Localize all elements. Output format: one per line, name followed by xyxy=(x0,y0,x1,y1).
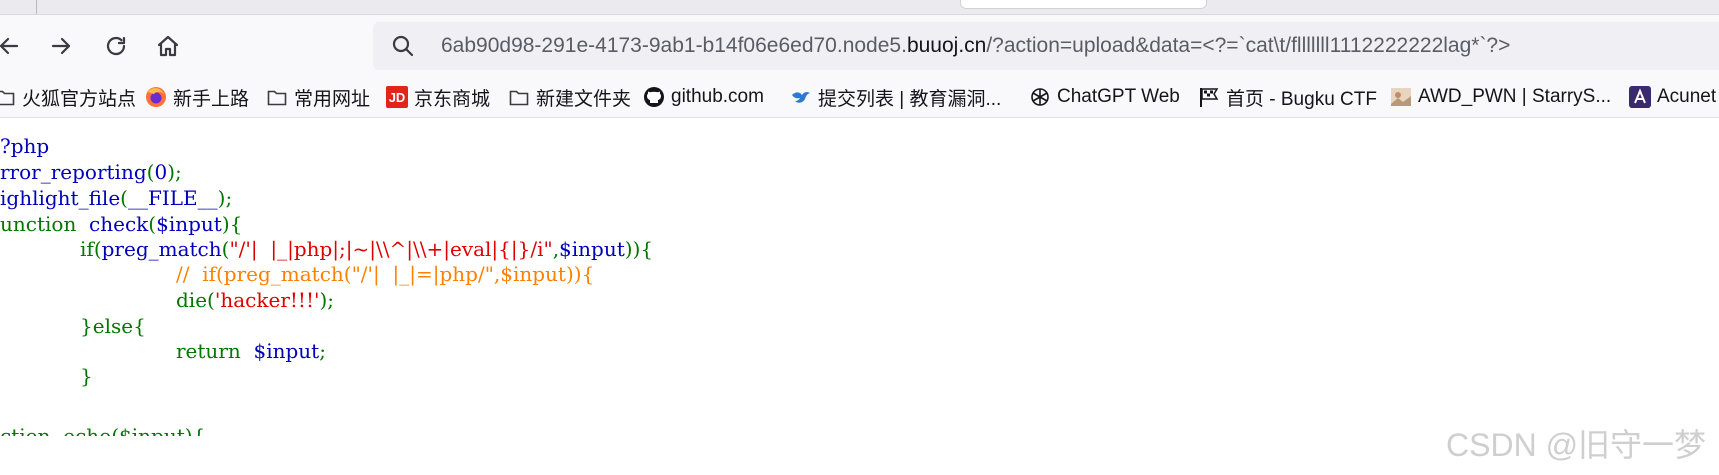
code-token: __FILE__ xyxy=(127,186,218,210)
bookmark-item[interactable]: 火狐官方站点 xyxy=(0,77,136,117)
csdn-watermark: CSDN @旧守一梦 xyxy=(1446,427,1707,463)
code-token: else xyxy=(92,314,134,338)
tab-separator xyxy=(36,0,37,14)
bookmark-item[interactable]: ChatGPT Web xyxy=(1029,77,1180,117)
folder-icon xyxy=(0,86,16,108)
forward-button[interactable] xyxy=(44,29,78,63)
bookmark-label: 京东商城 xyxy=(414,88,491,110)
bookmark-item[interactable]: 首页 - Bugku CTF xyxy=(1198,77,1377,117)
bookmark-item[interactable]: JD 京东商城 xyxy=(386,77,490,117)
bookmarks-toolbar: 火狐官方站点 新手上路 常用网址 JD 京东商城 新建文件夹 github.co… xyxy=(0,77,1719,118)
active-tab[interactable] xyxy=(960,0,1207,9)
bookmark-label: ChatGPT Web xyxy=(1057,86,1180,107)
bookmark-label: 新手上路 xyxy=(173,88,250,110)
bookmark-item[interactable]: Acunet xyxy=(1629,77,1716,117)
reload-icon xyxy=(106,36,126,56)
code-token: rror_reporting xyxy=(0,160,147,184)
home-button[interactable] xyxy=(151,29,185,63)
code-token: ction echo($input){ xyxy=(0,424,206,436)
bookmark-label: Acunet xyxy=(1657,86,1717,107)
code-token: 0 xyxy=(154,160,168,184)
url-path: /?action=upload&data=<?=`cat\t/flllllll1… xyxy=(986,34,1511,57)
code-line: ighlight_file(__FILE__); xyxy=(0,186,233,210)
reload-button[interactable] xyxy=(99,29,133,63)
code-line: // if(preg_match("/'| |_|=|php/",$input)… xyxy=(176,260,594,288)
code-token: $input xyxy=(156,212,222,236)
code-line: if(preg_match("/'| |_|php|;|~|\\^|\\+|ev… xyxy=(80,237,654,261)
code-token: return xyxy=(176,339,241,363)
bookmark-label: github.com xyxy=(671,86,764,107)
acunetix-icon xyxy=(1629,86,1651,108)
bookmark-label: 提交列表 | 教育漏洞... xyxy=(818,88,1002,110)
url-text[interactable]: 6ab90d98-291e-4173-9ab1-b14f06e6ed70.nod… xyxy=(441,22,1510,70)
code-token: $input xyxy=(253,339,320,363)
address-bar[interactable]: 6ab90d98-291e-4173-9ab1-b14f06e6ed70.nod… xyxy=(373,22,1719,70)
navigation-toolbar: 6ab90d98-291e-4173-9ab1-b14f06e6ed70.nod… xyxy=(0,15,1719,77)
code-token: ?php xyxy=(0,134,50,158)
svg-text:JD: JD xyxy=(389,90,406,105)
folder-icon xyxy=(508,86,530,108)
code-token: preg_match xyxy=(101,237,222,261)
code-token: ighlight_file xyxy=(0,186,121,210)
bookmark-item[interactable]: 常用网址 xyxy=(266,77,370,117)
code-comment: // if(preg_match("/'| |_|=|php/",$input)… xyxy=(176,262,595,286)
code-line: die('hacker!!!'); xyxy=(176,288,335,312)
code-token: 'hacker!!!' xyxy=(214,288,320,312)
bookmark-label: 新建文件夹 xyxy=(536,88,632,110)
back-icon xyxy=(0,37,19,55)
home-icon xyxy=(157,35,179,57)
bookmark-item[interactable]: 提交列表 | 教育漏洞... xyxy=(790,77,1001,117)
code-line: }else{ xyxy=(80,314,146,338)
code-token: die xyxy=(176,288,208,312)
code-token: "/'| |_|php|;|~|\\^|\\+|eval|{|}/i" xyxy=(229,237,553,261)
bookmark-item[interactable]: github.com xyxy=(643,77,764,117)
code-token: $input xyxy=(559,237,625,261)
code-token: unction xyxy=(0,212,77,236)
code-line: unction check($input){ xyxy=(0,212,243,236)
code-line: ction echo($input){ xyxy=(0,422,205,436)
image-icon xyxy=(1390,86,1412,108)
bookmark-item[interactable]: AWD_PWN | StarryS... xyxy=(1390,77,1611,117)
bookmark-item[interactable]: 新手上路 xyxy=(145,77,249,117)
bookmark-item[interactable]: 新建文件夹 xyxy=(508,77,631,117)
openai-icon xyxy=(1029,86,1051,108)
bird-icon xyxy=(790,86,812,108)
firefox-icon xyxy=(145,86,167,108)
flag-icon xyxy=(1198,86,1220,108)
bookmark-label: 常用网址 xyxy=(294,88,371,110)
code-token: check xyxy=(89,212,149,236)
url-domain: buuoj.cn xyxy=(906,34,987,57)
code-line: return $input; xyxy=(176,339,326,363)
code-line: } xyxy=(80,362,93,390)
forward-icon xyxy=(51,37,71,55)
code-token: if xyxy=(80,237,94,261)
code-token: } xyxy=(80,314,93,338)
search-icon xyxy=(392,35,414,57)
code-token: } xyxy=(80,364,93,388)
back-button[interactable] xyxy=(0,29,26,63)
github-icon xyxy=(643,86,665,108)
code-line: rror_reporting(0); xyxy=(0,160,182,184)
url-prefix: 6ab90d98-291e-4173-9ab1-b14f06e6ed70.nod… xyxy=(441,34,907,57)
jd-icon: JD xyxy=(386,86,408,108)
bookmark-label: AWD_PWN | StarryS... xyxy=(1418,86,1612,107)
code-line: ?php xyxy=(0,132,49,160)
bookmark-label: 首页 - Bugku CTF xyxy=(1226,88,1377,110)
tab-strip xyxy=(0,0,1719,15)
bookmark-label: 火狐官方站点 xyxy=(22,88,137,110)
folder-icon xyxy=(266,86,288,108)
